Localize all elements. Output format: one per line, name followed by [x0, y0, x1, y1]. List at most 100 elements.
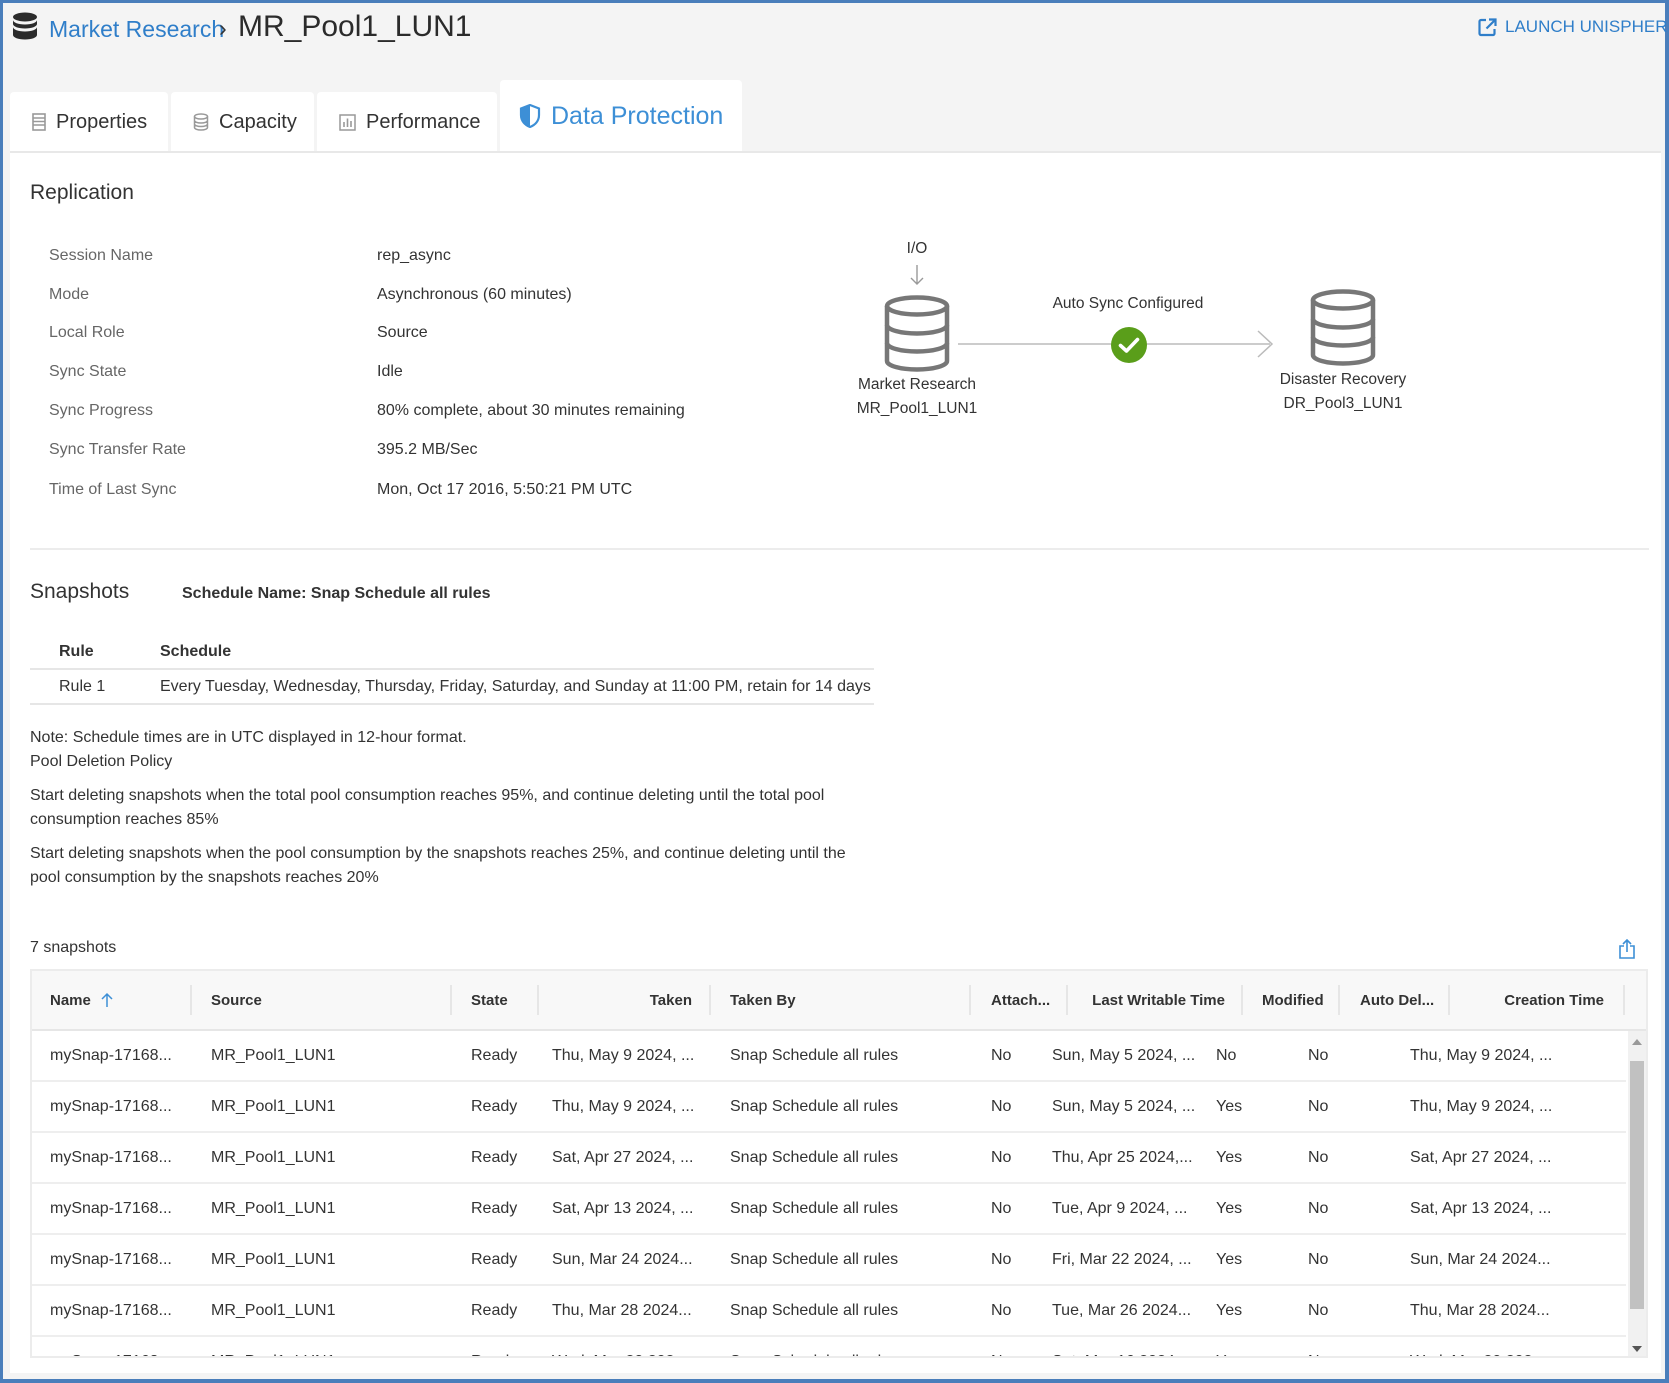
column-resize-handle[interactable]	[1448, 985, 1450, 1015]
cell-state: Ready	[471, 1046, 518, 1064]
pool-deletion-policy-total: Start deleting snapshots when the total …	[30, 787, 825, 828]
sync-transfer-rate-label: Sync Transfer Rate	[49, 441, 186, 458]
cell-source: MR_Pool1_LUN1	[211, 1337, 441, 1357]
column-header-state[interactable]: State	[471, 971, 531, 1029]
scroll-down-icon[interactable]	[1632, 1346, 1642, 1352]
column-resize-handle[interactable]	[969, 985, 971, 1015]
shield-icon	[519, 104, 541, 128]
column-header-auto-delete[interactable]: Auto Del...	[1360, 971, 1450, 1029]
column-header-source[interactable]: Source	[211, 971, 451, 1029]
tab-capacity[interactable]: Capacity	[171, 92, 314, 152]
cell-source: MR_Pool1_LUN1	[211, 1097, 336, 1115]
cell-taken: Sun, Mar 24 2024...	[552, 1250, 693, 1268]
tab-label: Properties	[56, 110, 148, 133]
cell-last-writable-time: Sun, May 5 2024, ...	[1052, 1046, 1196, 1064]
cell-creation-time: Thu, May 9 2024, ...	[1410, 1097, 1553, 1115]
cell-taken-by: Snap Schedule all rules	[730, 1199, 899, 1217]
column-header-last-writable-time[interactable]: Last Writable Time	[1072, 971, 1225, 1029]
column-resize-handle[interactable]	[537, 985, 539, 1015]
column-resize-handle[interactable]	[1241, 985, 1243, 1015]
last-sync-time-label: Time of Last Sync	[49, 481, 177, 498]
cell-taken-by: Snap Schedule all rules	[730, 1148, 899, 1166]
cell-last-writable-time: Tue, Mar 26 2024...	[1052, 1301, 1192, 1319]
snapshots-grid: Name Source State Taken Taken By Attach.…	[30, 969, 1648, 1358]
cell-last-writable-time: Tue, Apr 9 2024, ...	[1052, 1199, 1188, 1217]
source-lun-label: MR_Pool1_LUN1	[856, 400, 978, 417]
breadcrumb-parent-link[interactable]: Market Research	[49, 16, 224, 43]
rule-schedule: Every Tuesday, Wednesday, Thursday, Frid…	[160, 677, 871, 695]
grid-scrollbar[interactable]	[1628, 1031, 1646, 1356]
scroll-up-icon[interactable]	[1632, 1039, 1642, 1045]
column-header-name[interactable]: Name	[50, 971, 190, 1029]
cell-taken-by: Snap Schedule all rules	[730, 1046, 899, 1064]
table-row[interactable]: mySnap-17168... MR_Pool1_LUN1 Ready Sat, Ap…	[32, 1184, 1626, 1235]
cell-state: Ready	[471, 1337, 533, 1357]
table-row[interactable]: mySnap-17168... MR_Pool1_LUN1 Ready Sat, Ap…	[32, 1133, 1626, 1184]
cell-name: mySnap-17168...	[50, 1097, 172, 1115]
session-name-value: rep_async	[377, 247, 451, 264]
list-icon	[32, 113, 46, 131]
schedule-column-header: Schedule	[160, 643, 232, 660]
cell-auto-delete: No	[1308, 1199, 1329, 1217]
cell-attached: No	[991, 1337, 1061, 1357]
cell-creation-time: Thu, Mar 28 2024...	[1410, 1301, 1550, 1319]
cell-creation-time: Sat, Apr 13 2024, ...	[1410, 1199, 1552, 1217]
column-resize-handle[interactable]	[1066, 985, 1068, 1015]
column-resize-handle[interactable]	[1338, 985, 1340, 1015]
column-header-taken[interactable]: Taken	[542, 971, 692, 1029]
table-row[interactable]: mySnap-17168... MR_Pool1_LUN1 Ready Thu, Ma…	[32, 1031, 1626, 1082]
sync-progress-value: 80% complete, about 30 minutes remaining	[377, 402, 685, 419]
snapshots-title: Snapshots	[30, 580, 130, 603]
rule-name: Rule 1	[59, 677, 106, 695]
cell-state: Ready	[471, 1250, 518, 1268]
cell-creation-time: Sat, Apr 27 2024, ...	[1410, 1148, 1552, 1166]
column-header-creation-time[interactable]: Creation Time	[1452, 971, 1604, 1029]
pool-deletion-policy-snapshots: Start deleting snapshots when the pool c…	[30, 845, 846, 886]
cell-creation-time: Sun, Mar 24 2024...	[1410, 1250, 1551, 1268]
scrollbar-thumb[interactable]	[1630, 1061, 1644, 1309]
cell-creation-time: Wed, Mar 20 202...	[1410, 1337, 1610, 1357]
cell-auto-delete: No	[1308, 1250, 1329, 1268]
column-resize-handle[interactable]	[190, 985, 192, 1015]
table-row[interactable]: mySnap-17168... MR_Pool1_LUN1 Ready Thu, Ma…	[32, 1286, 1626, 1337]
link-status-label: Auto Sync Configured	[1052, 295, 1204, 312]
cell-last-writable-time: Sun, May 5 2024, ...	[1052, 1097, 1196, 1115]
column-resize-handle[interactable]	[1623, 985, 1625, 1015]
column-resize-handle[interactable]	[709, 985, 711, 1015]
share-export-icon[interactable]	[1618, 938, 1636, 960]
schedule-name: Schedule Name: Snap Schedule all rules	[182, 585, 491, 602]
launch-unisphere-button[interactable]: LAUNCH UNISPHERE	[1478, 17, 1669, 37]
cell-modified: Yes	[1216, 1199, 1243, 1217]
cell-state: Ready	[471, 1199, 518, 1217]
grid-header: Name Source State Taken Taken By Attach.…	[32, 971, 1646, 1031]
sync-state-value: Idle	[377, 363, 403, 380]
session-name-label: Session Name	[49, 247, 154, 264]
cell-taken: Thu, May 9 2024, ...	[552, 1097, 695, 1115]
snapshot-count: 7 snapshots	[30, 939, 117, 956]
external-link-icon	[1478, 17, 1497, 36]
column-header-taken-by[interactable]: Taken By	[730, 971, 960, 1029]
cell-taken-by: Snap Schedule all rules	[730, 1301, 899, 1319]
cell-state: Ready	[471, 1301, 518, 1319]
cell-name: mySnap-17168...	[50, 1046, 172, 1064]
source-system-label: Market Research	[857, 376, 976, 393]
cell-state: Ready	[471, 1148, 518, 1166]
tab-properties[interactable]: Properties	[10, 92, 168, 152]
destination-system-label: Disaster Recovery	[1279, 371, 1407, 388]
io-label: I/O	[906, 240, 928, 257]
column-header-attached[interactable]: Attach...	[991, 971, 1071, 1029]
cell-state: Ready	[471, 1097, 518, 1115]
table-row[interactable]: mySnap-17168... MR_Pool1_LUN1 Ready Sun, Ma…	[32, 1235, 1626, 1286]
schedule-rules-table: Rule Schedule Rule 1 Every Tuesday, Wedn…	[30, 636, 874, 705]
table-row[interactable]: mySnap-17168... MR_Pool1_LUN1 Ready Thu, Ma…	[32, 1082, 1626, 1133]
cell-auto-delete: No	[1308, 1148, 1329, 1166]
rules-table-header: Rule Schedule	[30, 636, 874, 670]
cell-taken: Sat, Apr 27 2024, ...	[552, 1148, 694, 1166]
cell-taken-by: Snap Schedule all rules	[730, 1097, 899, 1115]
tab-data-protection[interactable]: Data Protection	[500, 80, 742, 152]
table-row[interactable]: mySnap-17168... MR_Pool1_LUN1 Ready Wed, Ma…	[32, 1337, 1626, 1357]
destination-lun-label: DR_Pool3_LUN1	[1283, 395, 1403, 412]
tab-performance[interactable]: Performance	[317, 92, 497, 152]
sort-ascending-icon[interactable]	[101, 992, 113, 1008]
column-resize-handle[interactable]	[450, 985, 452, 1015]
